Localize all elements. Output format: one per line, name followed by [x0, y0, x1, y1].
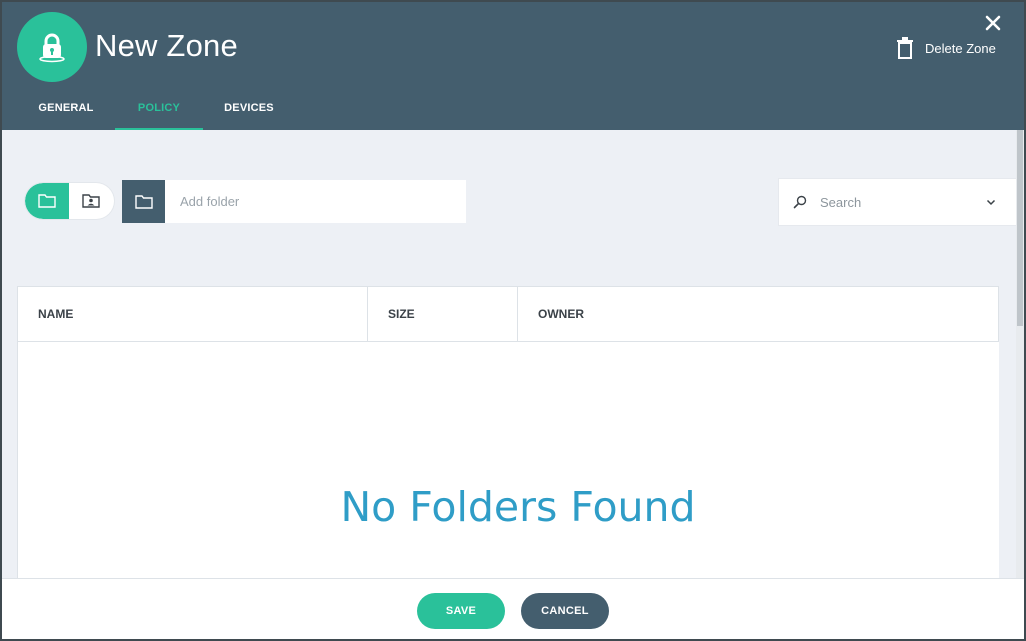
delete-zone-button[interactable]: Delete Zone — [895, 36, 996, 60]
folder-toggle-button[interactable] — [25, 183, 69, 219]
close-button[interactable] — [982, 12, 1004, 34]
tab-policy[interactable]: POLICY — [115, 90, 203, 130]
column-header-name[interactable]: NAME — [18, 287, 368, 341]
search-input[interactable] — [820, 194, 970, 210]
folder-icon[interactable] — [38, 194, 56, 208]
dialog-header: New Zone Delete Zone GENERAL POLICY DEVI… — [2, 2, 1024, 130]
add-folder-field — [122, 180, 466, 223]
add-folder-input[interactable] — [165, 180, 466, 223]
tab-bar: GENERAL POLICY DEVICES — [2, 90, 283, 130]
page-title: New Zone — [95, 28, 238, 63]
save-button[interactable]: SAVE — [417, 593, 505, 629]
empty-state-message: No Folders Found — [340, 483, 696, 531]
table-header: NAME SIZE OWNER — [17, 286, 999, 342]
delete-zone-label[interactable]: Delete Zone — [925, 41, 996, 56]
scrollbar-thumb[interactable] — [1017, 130, 1023, 326]
add-folder-button[interactable] — [122, 180, 165, 223]
table-body: No Folders Found — [17, 342, 999, 586]
column-header-owner[interactable]: OWNER — [518, 287, 998, 341]
vertical-scrollbar[interactable] — [1016, 130, 1024, 578]
dialog-footer: SAVE CANCEL — [2, 578, 1024, 639]
user-folder-toggle-button[interactable] — [69, 183, 113, 219]
search-icon — [793, 195, 807, 209]
column-header-size[interactable]: SIZE — [368, 287, 518, 341]
folders-table: NAME SIZE OWNER No Folders Found — [17, 286, 999, 586]
close-icon[interactable] — [985, 15, 1001, 31]
chevron-down-icon[interactable] — [985, 196, 997, 208]
zone-avatar — [17, 12, 87, 82]
cancel-button[interactable]: CANCEL — [521, 593, 609, 629]
tab-general[interactable]: GENERAL — [26, 90, 106, 130]
folder-icon[interactable] — [134, 194, 153, 209]
lock-icon — [39, 33, 65, 63]
user-folder-icon[interactable] — [82, 194, 100, 208]
tab-devices[interactable]: DEVICES — [215, 90, 283, 130]
folder-type-toggle — [25, 183, 114, 219]
zone-dialog: New Zone Delete Zone GENERAL POLICY DEVI… — [0, 0, 1026, 641]
trash-icon[interactable] — [895, 37, 915, 59]
search-field — [778, 178, 1018, 226]
